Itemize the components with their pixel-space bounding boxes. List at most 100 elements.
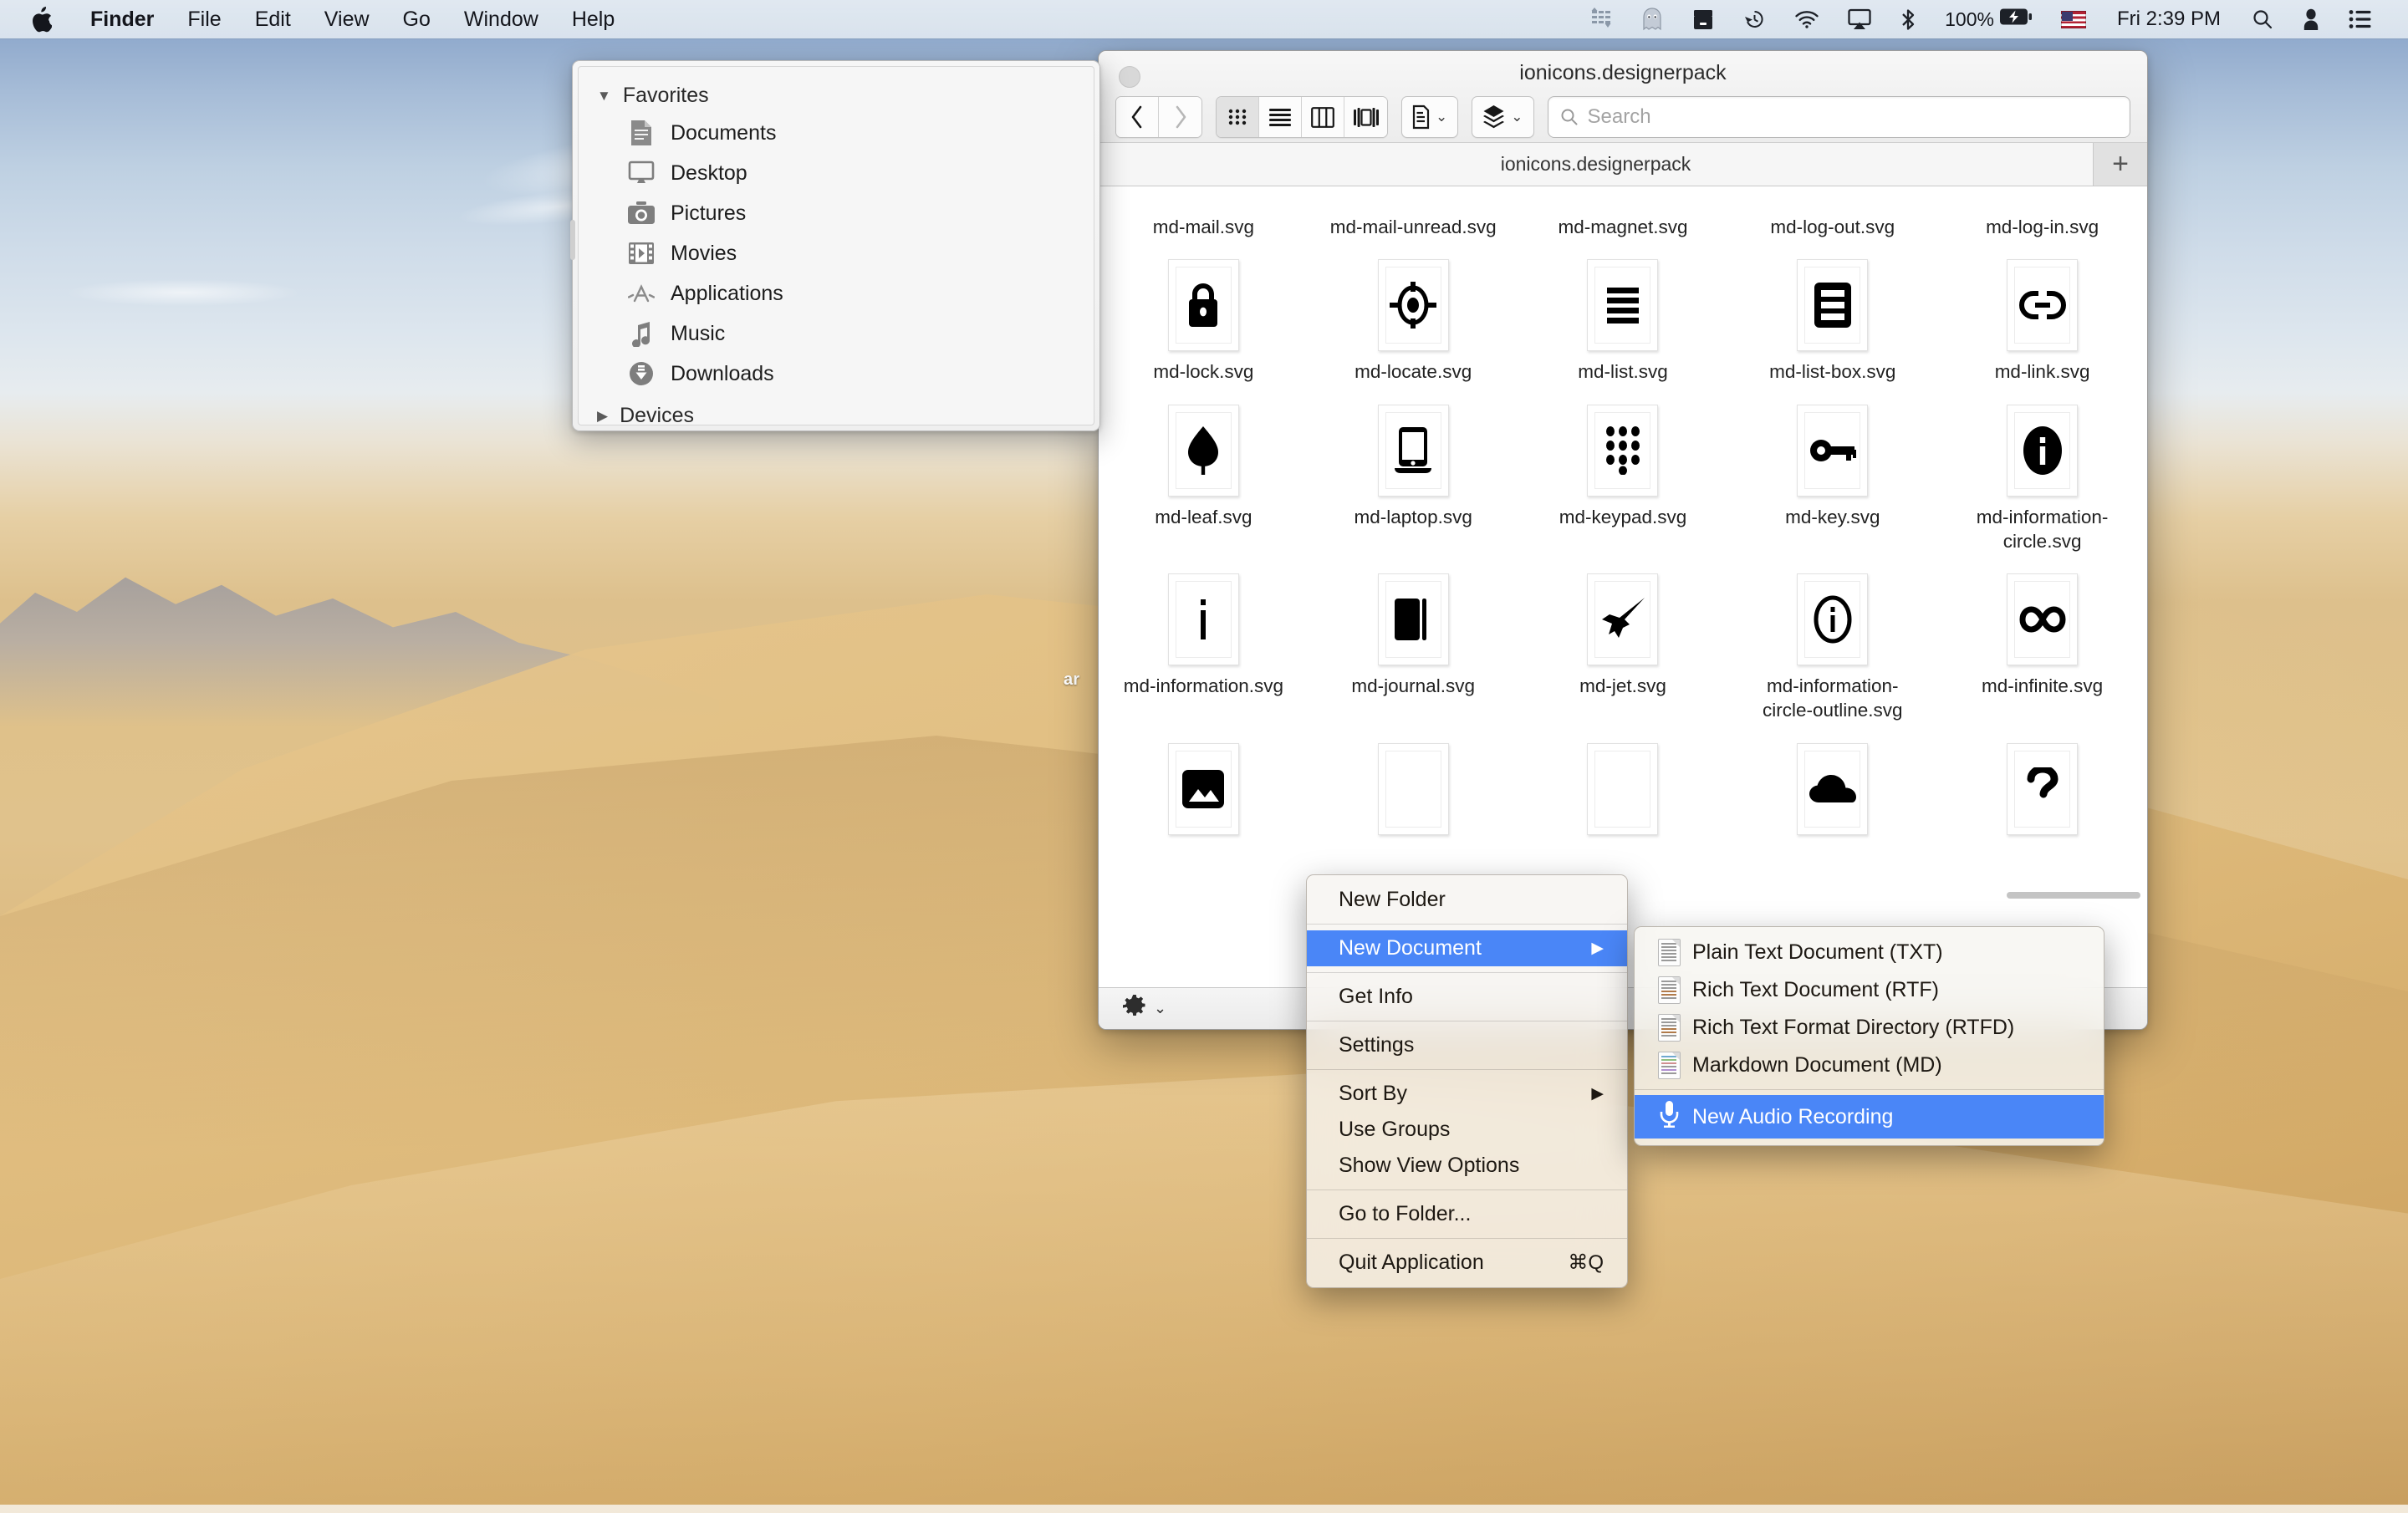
column-view-button[interactable] bbox=[1302, 97, 1344, 137]
file-thumbnail[interactable] bbox=[2007, 573, 2078, 665]
context-menu-item-new-folder[interactable]: New Folder bbox=[1307, 882, 1627, 918]
sidebar-item-applications[interactable]: Applications bbox=[579, 273, 1094, 313]
file-thumbnail[interactable] bbox=[1587, 405, 1658, 497]
file-item[interactable]: md-infinite.svg bbox=[1937, 573, 2147, 723]
file-item[interactable]: md-magnet.svg bbox=[1518, 215, 1728, 239]
file-item[interactable]: md-keypad.svg bbox=[1518, 405, 1728, 554]
window-titlebar[interactable]: ionicons.designerpack bbox=[1099, 51, 2147, 143]
menu-bar-clock[interactable]: Fri 2:39 PM bbox=[2100, 8, 2237, 31]
file-thumbnail[interactable] bbox=[1797, 743, 1868, 835]
file-item[interactable] bbox=[1518, 743, 1728, 843]
menu-item-file[interactable]: File bbox=[171, 8, 237, 32]
file-item[interactable]: md-journal.svg bbox=[1309, 573, 1518, 723]
submenu-item-new-audio-recording[interactable]: New Audio Recording bbox=[1635, 1095, 2104, 1139]
search-icon[interactable] bbox=[2237, 0, 2288, 38]
us-flag-icon[interactable] bbox=[2047, 0, 2100, 38]
menu-item-window[interactable]: Window bbox=[447, 8, 555, 32]
menu-item-edit[interactable]: Edit bbox=[238, 8, 308, 32]
gallery-view-button[interactable] bbox=[1344, 97, 1387, 137]
sidebar-item-desktop[interactable]: Desktop bbox=[579, 153, 1094, 193]
sidebar-item-pictures[interactable]: Pictures bbox=[579, 193, 1094, 233]
triangle-right-icon[interactable]: ▶ bbox=[597, 409, 608, 423]
wifi-icon[interactable] bbox=[1780, 0, 1834, 38]
submenu-item-markdown-document-md[interactable]: Markdown Document (MD) bbox=[1635, 1047, 2104, 1084]
file-thumbnail[interactable] bbox=[1587, 259, 1658, 351]
file-item[interactable]: md-link.svg bbox=[1937, 259, 2147, 384]
context-menu-item-sort-by[interactable]: Sort By▶ bbox=[1307, 1076, 1627, 1112]
airplay-icon[interactable] bbox=[1834, 0, 1885, 38]
apple-icon[interactable] bbox=[0, 7, 74, 33]
file-thumbnail[interactable] bbox=[1168, 573, 1239, 665]
user-icon[interactable] bbox=[2288, 0, 2334, 38]
file-item[interactable]: md-log-in.svg bbox=[1937, 215, 2147, 239]
submenu-item-rich-text-document-rtf[interactable]: Rich Text Document (RTF) bbox=[1635, 971, 2104, 1009]
bluetooth-icon[interactable] bbox=[1885, 0, 1931, 38]
file-thumbnail[interactable] bbox=[2007, 259, 2078, 351]
tab-ionicons-designerpack[interactable]: ionicons.designerpack bbox=[1099, 143, 2094, 186]
file-thumbnail[interactable] bbox=[1378, 259, 1449, 351]
file-thumbnail[interactable] bbox=[1168, 259, 1239, 351]
file-item[interactable]: md-mail.svg bbox=[1099, 215, 1309, 239]
file-thumbnail[interactable] bbox=[2007, 405, 2078, 497]
file-thumbnail[interactable] bbox=[1378, 573, 1449, 665]
equalizer-icon[interactable] bbox=[1577, 0, 1627, 38]
file-item[interactable] bbox=[1937, 743, 2147, 843]
context-menu-item-use-groups[interactable]: Use Groups bbox=[1307, 1112, 1627, 1148]
file-item[interactable]: md-information-circle-outline.svg bbox=[1727, 573, 1937, 723]
arrange-button[interactable]: ⌄ bbox=[1401, 96, 1458, 138]
file-item[interactable]: md-information.svg bbox=[1099, 573, 1309, 723]
menu-item-finder[interactable]: Finder bbox=[74, 8, 171, 32]
file-item[interactable]: md-list.svg bbox=[1518, 259, 1728, 384]
control-center-icon[interactable] bbox=[2334, 0, 2386, 38]
menu-item-help[interactable]: Help bbox=[555, 8, 631, 32]
menu-item-view[interactable]: View bbox=[308, 8, 386, 32]
file-item[interactable]: md-list-box.svg bbox=[1727, 259, 1937, 384]
sidebar-item-movies[interactable]: Movies bbox=[579, 233, 1094, 273]
submenu-item-plain-text-document-txt[interactable]: Plain Text Document (TXT) bbox=[1635, 934, 2104, 971]
file-item[interactable]: md-log-out.svg bbox=[1727, 215, 1937, 239]
context-menu-item-settings[interactable]: Settings bbox=[1307, 1027, 1627, 1063]
file-thumbnail[interactable] bbox=[1587, 573, 1658, 665]
time-machine-icon[interactable] bbox=[1729, 0, 1780, 38]
file-thumbnail[interactable] bbox=[1168, 405, 1239, 497]
file-item[interactable] bbox=[1309, 743, 1518, 843]
action-button[interactable]: ⌄ bbox=[1472, 96, 1533, 138]
horizontal-scrollbar[interactable] bbox=[2007, 892, 2140, 899]
sidebar-item-music[interactable]: Music bbox=[579, 313, 1094, 354]
file-thumbnail[interactable] bbox=[1378, 405, 1449, 497]
file-item[interactable]: md-lock.svg bbox=[1099, 259, 1309, 384]
search-input[interactable]: Search bbox=[1548, 96, 2131, 138]
sidebar-item-documents[interactable]: Documents bbox=[579, 113, 1094, 153]
back-button[interactable] bbox=[1116, 97, 1159, 137]
chevron-down-icon[interactable]: ⌄ bbox=[1154, 1000, 1166, 1017]
sidebar-resize-handle[interactable] bbox=[570, 220, 575, 260]
file-item[interactable] bbox=[1727, 743, 1937, 843]
sidebar-section-devices[interactable]: ▶ Devices bbox=[579, 394, 1094, 425]
forward-button[interactable] bbox=[1159, 97, 1201, 137]
file-thumbnail[interactable] bbox=[1797, 259, 1868, 351]
submenu-item-rich-text-format-directory-rtfd[interactable]: Rich Text Format Directory (RTFD) bbox=[1635, 1009, 2104, 1047]
context-menu-item-show-view-options[interactable]: Show View Options bbox=[1307, 1148, 1627, 1184]
list-view-button[interactable] bbox=[1259, 97, 1302, 137]
triangle-down-icon[interactable]: ▼ bbox=[597, 89, 611, 103]
file-item[interactable]: md-jet.svg bbox=[1518, 573, 1728, 723]
context-menu-item-get-info[interactable]: Get Info bbox=[1307, 979, 1627, 1015]
file-item[interactable]: md-key.svg bbox=[1727, 405, 1937, 554]
dropbox-icon[interactable] bbox=[1677, 0, 1729, 38]
context-menu-item-quit-application[interactable]: Quit Application⌘Q bbox=[1307, 1245, 1627, 1281]
file-thumbnail[interactable] bbox=[2007, 743, 2078, 835]
file-thumbnail[interactable] bbox=[1587, 743, 1658, 835]
gear-icon[interactable] bbox=[1122, 994, 1147, 1023]
icon-view-button[interactable] bbox=[1217, 97, 1259, 137]
file-thumbnail[interactable] bbox=[1378, 743, 1449, 835]
sidebar-section-favorites[interactable]: ▼ Favorites bbox=[579, 79, 1094, 113]
context-menu-item-go-to-folder[interactable]: Go to Folder... bbox=[1307, 1196, 1627, 1232]
file-item[interactable]: md-laptop.svg bbox=[1309, 405, 1518, 554]
file-thumbnail[interactable] bbox=[1797, 573, 1868, 665]
file-thumbnail[interactable] bbox=[1168, 743, 1239, 835]
battery-status[interactable]: 100% bbox=[1931, 0, 2047, 38]
file-thumbnail[interactable] bbox=[1797, 405, 1868, 497]
menu-item-go[interactable]: Go bbox=[386, 8, 447, 32]
file-item[interactable] bbox=[1099, 743, 1309, 843]
finder-file-grid[interactable]: md-mail.svgmd-mail-unread.svgmd-magnet.s… bbox=[1099, 186, 2147, 952]
